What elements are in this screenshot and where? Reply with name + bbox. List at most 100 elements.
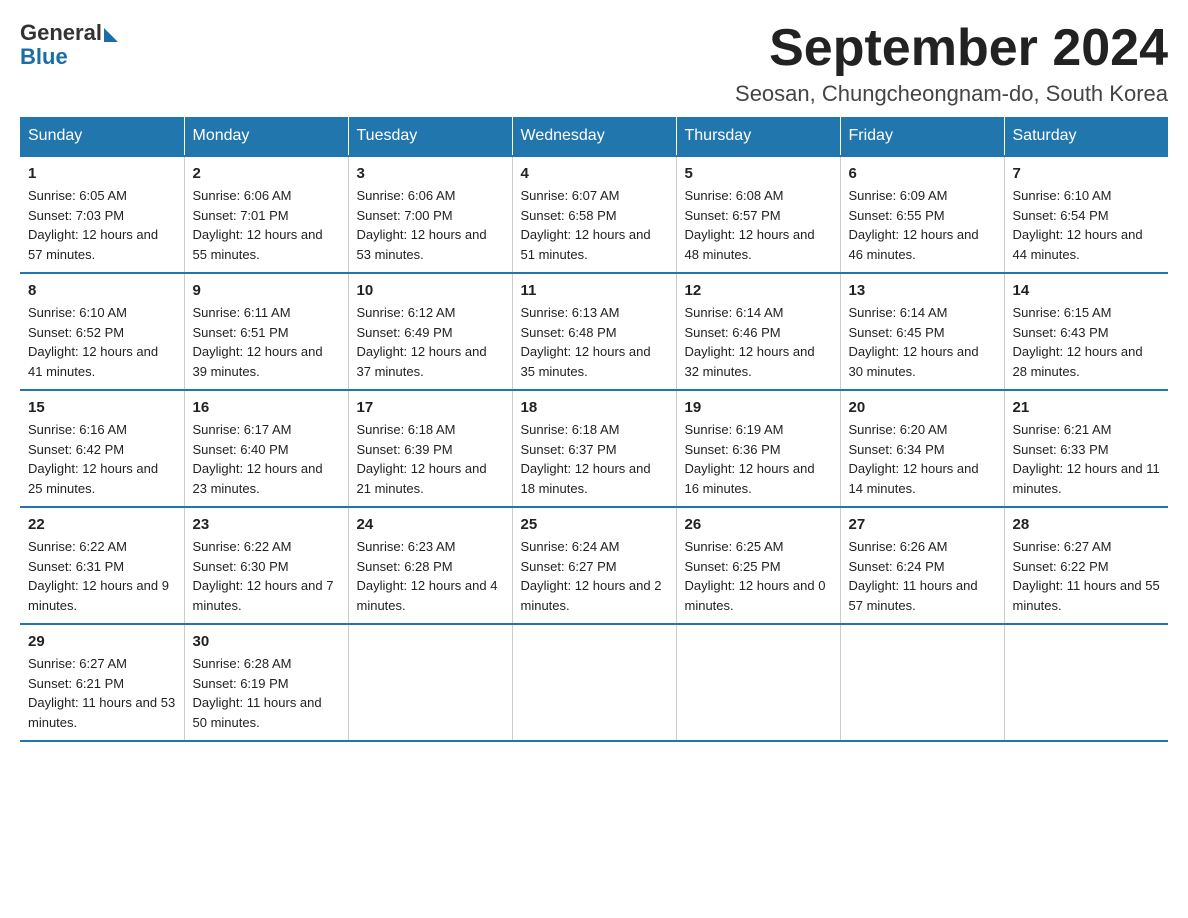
day-number: 18	[521, 399, 668, 416]
day-number: 22	[28, 516, 176, 533]
day-info: Sunrise: 6:19 AM Sunset: 6:36 PM Dayligh…	[685, 420, 832, 498]
day-number: 4	[521, 165, 668, 182]
calendar-cell: 23 Sunrise: 6:22 AM Sunset: 6:30 PM Dayl…	[184, 507, 348, 624]
calendar-cell: 14 Sunrise: 6:15 AM Sunset: 6:43 PM Dayl…	[1004, 273, 1168, 390]
calendar-cell: 12 Sunrise: 6:14 AM Sunset: 6:46 PM Dayl…	[676, 273, 840, 390]
day-info: Sunrise: 6:06 AM Sunset: 7:00 PM Dayligh…	[357, 186, 504, 264]
day-info: Sunrise: 6:26 AM Sunset: 6:24 PM Dayligh…	[849, 537, 996, 615]
day-number: 21	[1013, 399, 1161, 416]
day-number: 11	[521, 282, 668, 299]
calendar-cell: 27 Sunrise: 6:26 AM Sunset: 6:24 PM Dayl…	[840, 507, 1004, 624]
calendar-cell: 5 Sunrise: 6:08 AM Sunset: 6:57 PM Dayli…	[676, 156, 840, 273]
calendar-cell: 16 Sunrise: 6:17 AM Sunset: 6:40 PM Dayl…	[184, 390, 348, 507]
page-header: General Blue September 2024 Seosan, Chun…	[20, 20, 1168, 107]
logo-general-text: General	[20, 20, 102, 46]
day-info: Sunrise: 6:10 AM Sunset: 6:54 PM Dayligh…	[1013, 186, 1161, 264]
day-info: Sunrise: 6:22 AM Sunset: 6:30 PM Dayligh…	[193, 537, 340, 615]
week-row-3: 15 Sunrise: 6:16 AM Sunset: 6:42 PM Dayl…	[20, 390, 1168, 507]
calendar-cell: 24 Sunrise: 6:23 AM Sunset: 6:28 PM Dayl…	[348, 507, 512, 624]
calendar-cell: 1 Sunrise: 6:05 AM Sunset: 7:03 PM Dayli…	[20, 156, 184, 273]
week-row-2: 8 Sunrise: 6:10 AM Sunset: 6:52 PM Dayli…	[20, 273, 1168, 390]
day-number: 13	[849, 282, 996, 299]
calendar-cell: 29 Sunrise: 6:27 AM Sunset: 6:21 PM Dayl…	[20, 624, 184, 741]
title-section: September 2024 Seosan, Chungcheongnam-do…	[735, 20, 1168, 107]
calendar-cell: 6 Sunrise: 6:09 AM Sunset: 6:55 PM Dayli…	[840, 156, 1004, 273]
calendar-cell	[512, 624, 676, 741]
calendar-cell: 18 Sunrise: 6:18 AM Sunset: 6:37 PM Dayl…	[512, 390, 676, 507]
calendar-cell: 10 Sunrise: 6:12 AM Sunset: 6:49 PM Dayl…	[348, 273, 512, 390]
logo-arrow-icon	[104, 28, 118, 42]
day-info: Sunrise: 6:28 AM Sunset: 6:19 PM Dayligh…	[193, 654, 340, 732]
day-info: Sunrise: 6:14 AM Sunset: 6:45 PM Dayligh…	[849, 303, 996, 381]
day-number: 14	[1013, 282, 1161, 299]
day-info: Sunrise: 6:07 AM Sunset: 6:58 PM Dayligh…	[521, 186, 668, 264]
header-friday: Friday	[840, 117, 1004, 156]
day-info: Sunrise: 6:18 AM Sunset: 6:37 PM Dayligh…	[521, 420, 668, 498]
day-number: 29	[28, 633, 176, 650]
logo: General Blue	[20, 20, 118, 70]
day-number: 17	[357, 399, 504, 416]
header-thursday: Thursday	[676, 117, 840, 156]
calendar-cell: 2 Sunrise: 6:06 AM Sunset: 7:01 PM Dayli…	[184, 156, 348, 273]
day-number: 12	[685, 282, 832, 299]
calendar-cell: 25 Sunrise: 6:24 AM Sunset: 6:27 PM Dayl…	[512, 507, 676, 624]
day-number: 28	[1013, 516, 1161, 533]
logo-blue-text: Blue	[20, 44, 68, 70]
week-row-4: 22 Sunrise: 6:22 AM Sunset: 6:31 PM Dayl…	[20, 507, 1168, 624]
calendar-cell: 30 Sunrise: 6:28 AM Sunset: 6:19 PM Dayl…	[184, 624, 348, 741]
day-info: Sunrise: 6:27 AM Sunset: 6:21 PM Dayligh…	[28, 654, 176, 732]
day-info: Sunrise: 6:11 AM Sunset: 6:51 PM Dayligh…	[193, 303, 340, 381]
week-row-1: 1 Sunrise: 6:05 AM Sunset: 7:03 PM Dayli…	[20, 156, 1168, 273]
day-number: 3	[357, 165, 504, 182]
calendar-cell	[348, 624, 512, 741]
day-number: 16	[193, 399, 340, 416]
day-number: 2	[193, 165, 340, 182]
calendar-cell: 22 Sunrise: 6:22 AM Sunset: 6:31 PM Dayl…	[20, 507, 184, 624]
day-number: 7	[1013, 165, 1161, 182]
calendar-title: September 2024	[735, 20, 1168, 77]
calendar-cell: 15 Sunrise: 6:16 AM Sunset: 6:42 PM Dayl…	[20, 390, 184, 507]
day-info: Sunrise: 6:15 AM Sunset: 6:43 PM Dayligh…	[1013, 303, 1161, 381]
day-info: Sunrise: 6:21 AM Sunset: 6:33 PM Dayligh…	[1013, 420, 1161, 498]
day-info: Sunrise: 6:18 AM Sunset: 6:39 PM Dayligh…	[357, 420, 504, 498]
day-info: Sunrise: 6:08 AM Sunset: 6:57 PM Dayligh…	[685, 186, 832, 264]
day-number: 15	[28, 399, 176, 416]
day-number: 9	[193, 282, 340, 299]
calendar-cell: 11 Sunrise: 6:13 AM Sunset: 6:48 PM Dayl…	[512, 273, 676, 390]
calendar-cell: 26 Sunrise: 6:25 AM Sunset: 6:25 PM Dayl…	[676, 507, 840, 624]
calendar-cell: 20 Sunrise: 6:20 AM Sunset: 6:34 PM Dayl…	[840, 390, 1004, 507]
week-row-5: 29 Sunrise: 6:27 AM Sunset: 6:21 PM Dayl…	[20, 624, 1168, 741]
day-info: Sunrise: 6:12 AM Sunset: 6:49 PM Dayligh…	[357, 303, 504, 381]
day-number: 26	[685, 516, 832, 533]
day-number: 1	[28, 165, 176, 182]
day-info: Sunrise: 6:27 AM Sunset: 6:22 PM Dayligh…	[1013, 537, 1161, 615]
calendar-cell: 8 Sunrise: 6:10 AM Sunset: 6:52 PM Dayli…	[20, 273, 184, 390]
day-number: 19	[685, 399, 832, 416]
calendar-cell: 7 Sunrise: 6:10 AM Sunset: 6:54 PM Dayli…	[1004, 156, 1168, 273]
day-info: Sunrise: 6:25 AM Sunset: 6:25 PM Dayligh…	[685, 537, 832, 615]
day-number: 10	[357, 282, 504, 299]
day-info: Sunrise: 6:16 AM Sunset: 6:42 PM Dayligh…	[28, 420, 176, 498]
day-number: 27	[849, 516, 996, 533]
day-number: 8	[28, 282, 176, 299]
day-number: 23	[193, 516, 340, 533]
calendar-table: SundayMondayTuesdayWednesdayThursdayFrid…	[20, 117, 1168, 742]
day-number: 24	[357, 516, 504, 533]
header-monday: Monday	[184, 117, 348, 156]
day-number: 25	[521, 516, 668, 533]
day-info: Sunrise: 6:17 AM Sunset: 6:40 PM Dayligh…	[193, 420, 340, 498]
day-info: Sunrise: 6:22 AM Sunset: 6:31 PM Dayligh…	[28, 537, 176, 615]
calendar-cell: 17 Sunrise: 6:18 AM Sunset: 6:39 PM Dayl…	[348, 390, 512, 507]
calendar-cell: 9 Sunrise: 6:11 AM Sunset: 6:51 PM Dayli…	[184, 273, 348, 390]
calendar-cell	[1004, 624, 1168, 741]
day-info: Sunrise: 6:14 AM Sunset: 6:46 PM Dayligh…	[685, 303, 832, 381]
day-info: Sunrise: 6:23 AM Sunset: 6:28 PM Dayligh…	[357, 537, 504, 615]
day-info: Sunrise: 6:09 AM Sunset: 6:55 PM Dayligh…	[849, 186, 996, 264]
calendar-cell: 13 Sunrise: 6:14 AM Sunset: 6:45 PM Dayl…	[840, 273, 1004, 390]
day-info: Sunrise: 6:13 AM Sunset: 6:48 PM Dayligh…	[521, 303, 668, 381]
calendar-cell: 4 Sunrise: 6:07 AM Sunset: 6:58 PM Dayli…	[512, 156, 676, 273]
calendar-header-row: SundayMondayTuesdayWednesdayThursdayFrid…	[20, 117, 1168, 156]
calendar-cell: 19 Sunrise: 6:19 AM Sunset: 6:36 PM Dayl…	[676, 390, 840, 507]
calendar-cell: 21 Sunrise: 6:21 AM Sunset: 6:33 PM Dayl…	[1004, 390, 1168, 507]
header-wednesday: Wednesday	[512, 117, 676, 156]
